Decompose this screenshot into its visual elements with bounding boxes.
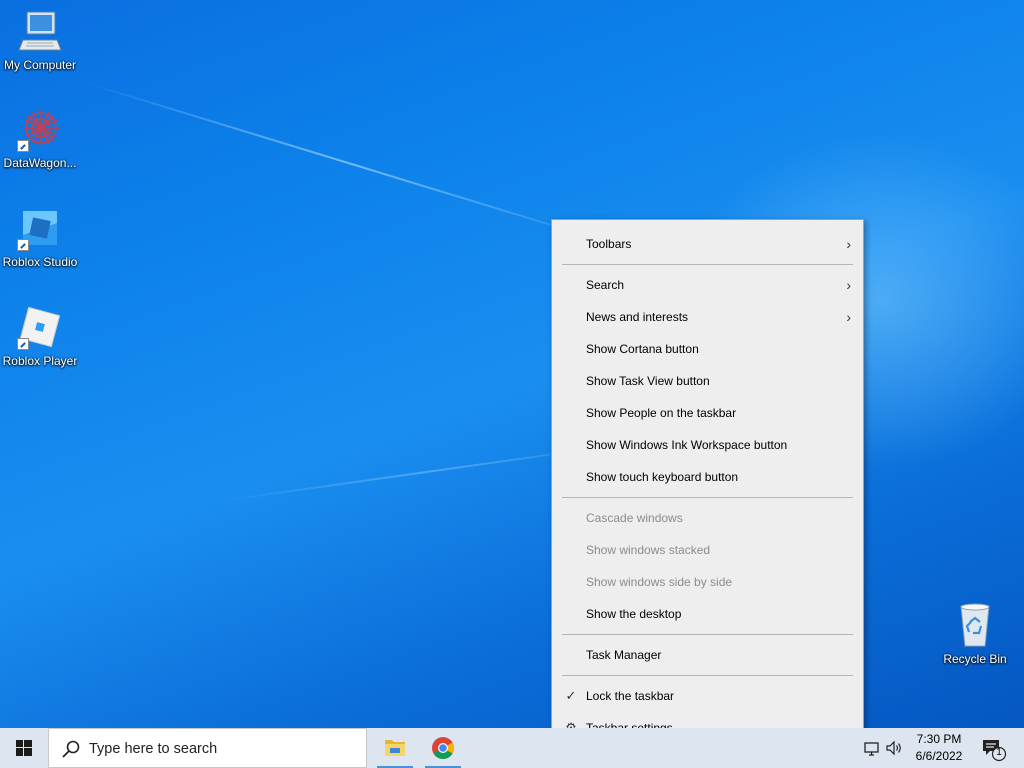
- taskbar-search-box[interactable]: Type here to search: [48, 728, 367, 768]
- menu-item-label: Show the desktop: [586, 607, 682, 621]
- menu-separator: [562, 675, 853, 676]
- menu-item-label: Search: [586, 278, 625, 292]
- chevron-right-icon: ›: [846, 309, 851, 325]
- computer-icon: [17, 8, 63, 54]
- menu-item-label: Show Task View button: [586, 374, 710, 388]
- menu-item-show-cortana-button[interactable]: Show Cortana button: [552, 333, 863, 365]
- menu-item-label: Show windows side by side: [586, 575, 733, 589]
- chevron-right-icon: ›: [846, 236, 851, 252]
- menu-item-show-the-desktop[interactable]: Show the desktop: [552, 598, 863, 630]
- recycle-bin-icon: [952, 602, 998, 648]
- chevron-right-icon: ›: [846, 277, 851, 293]
- menu-item-show-people[interactable]: Show People on the taskbar: [552, 397, 863, 429]
- roblox-player-icon: [17, 304, 63, 350]
- menu-item-show-windows-stacked: Show windows stacked: [552, 534, 863, 566]
- search-icon: [62, 740, 80, 758]
- menu-item-news-and-interests[interactable]: News and interests ›: [552, 301, 863, 333]
- menu-item-label: Show windows stacked: [586, 543, 711, 557]
- desktop-icon-recycle-bin[interactable]: Recycle Bin: [935, 602, 1015, 666]
- menu-item-show-task-view-button[interactable]: Show Task View button: [552, 365, 863, 397]
- menu-item-label: Show Windows Ink Workspace button: [586, 438, 788, 452]
- shortcut-arrow-icon: [17, 140, 29, 152]
- roblox-studio-icon: [17, 205, 63, 251]
- menu-item-show-ink-workspace[interactable]: Show Windows Ink Workspace button: [552, 429, 863, 461]
- desktop-icon-label: Roblox Studio: [2, 255, 78, 269]
- menu-item-show-touch-keyboard[interactable]: Show touch keyboard button: [552, 461, 863, 493]
- desktop-icon-label: Roblox Player: [2, 354, 78, 368]
- menu-separator: [562, 497, 853, 498]
- desktop-icon-label: DataWagon...: [3, 156, 77, 170]
- start-button[interactable]: [0, 728, 48, 768]
- clock-date: 6/6/2022: [915, 749, 963, 763]
- chrome-icon: [432, 737, 454, 759]
- datawagon-icon: [17, 106, 63, 152]
- desktop-icon-label: Recycle Bin: [943, 652, 1007, 666]
- menu-separator: [562, 264, 853, 265]
- checkmark-icon: ✓: [565, 688, 577, 703]
- menu-item-label: Show Cortana button: [586, 342, 699, 356]
- shortcut-arrow-icon: [17, 338, 29, 350]
- search-placeholder: Type here to search: [89, 741, 218, 757]
- menu-item-search[interactable]: Search ›: [552, 269, 863, 301]
- desktop-icon-my-computer[interactable]: My Computer: [0, 8, 80, 72]
- desktop-icon-roblox-studio[interactable]: Roblox Studio: [0, 205, 80, 269]
- action-center-button[interactable]: 1: [978, 736, 1008, 762]
- windows-logo-icon: [16, 740, 32, 756]
- taskbar-app-file-explorer[interactable]: [373, 728, 417, 768]
- menu-separator: [562, 634, 853, 635]
- clock-time: 7:30 PM: [916, 732, 962, 746]
- menu-item-label: Cascade windows: [586, 511, 683, 525]
- menu-item-label: Task Manager: [586, 648, 662, 662]
- taskbar-clock[interactable]: 7:30 PM 6/6/2022: [906, 731, 972, 765]
- desktop[interactable]: My Computer DataWagon... Roblox Studio R…: [0, 0, 1024, 728]
- menu-item-label: Lock the taskbar: [586, 689, 675, 703]
- taskbar-context-menu: Toolbars › Search › News and interests ›…: [551, 219, 864, 752]
- menu-item-task-manager[interactable]: Task Manager: [552, 639, 863, 671]
- menu-item-label: Show People on the taskbar: [586, 406, 737, 420]
- taskbar[interactable]: Type here to search 7:30 PM 6/6/2022 1: [0, 728, 1024, 768]
- notification-badge: 1: [996, 747, 1002, 758]
- menu-item-lock-the-taskbar[interactable]: ✓ Lock the taskbar: [552, 680, 863, 712]
- menu-item-label: News and interests: [586, 310, 689, 324]
- menu-item-label: Toolbars: [586, 237, 632, 251]
- folder-icon: [385, 740, 405, 756]
- taskbar-app-chrome[interactable]: [421, 728, 465, 768]
- desktop-icon-label: My Computer: [3, 58, 77, 72]
- menu-item-cascade-windows: Cascade windows: [552, 502, 863, 534]
- notification-icon: [983, 740, 1007, 762]
- network-icon[interactable]: [862, 738, 882, 758]
- desktop-icon-roblox-player[interactable]: Roblox Player: [0, 304, 80, 368]
- wallpaper-light-beam: [79, 80, 616, 246]
- menu-item-toolbars[interactable]: Toolbars ›: [552, 228, 863, 260]
- shortcut-arrow-icon: [17, 239, 29, 251]
- desktop-icon-datawagon[interactable]: DataWagon...: [0, 106, 80, 170]
- menu-item-label: Show touch keyboard button: [586, 470, 739, 484]
- menu-item-show-windows-side-by-side: Show windows side by side: [552, 566, 863, 598]
- volume-icon[interactable]: [884, 738, 904, 758]
